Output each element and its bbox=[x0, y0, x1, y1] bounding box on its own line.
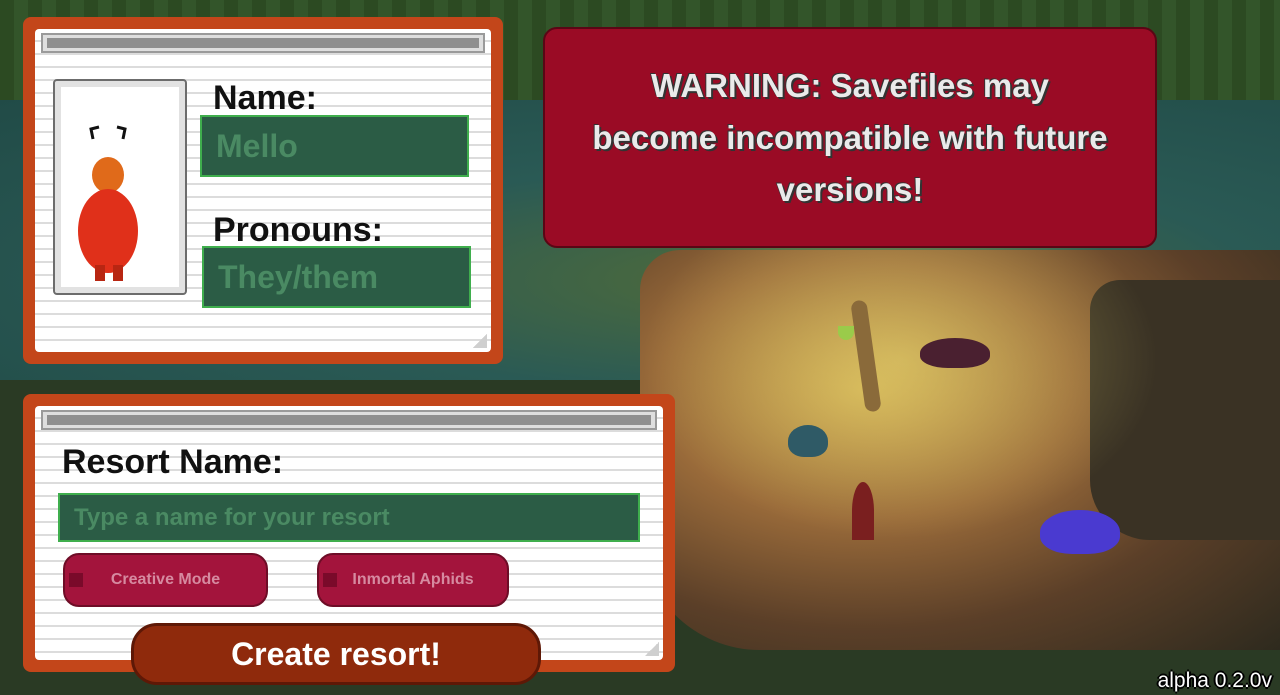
name-label: Name: bbox=[213, 79, 317, 117]
page-curl bbox=[473, 334, 487, 348]
aphid-sprite bbox=[920, 338, 990, 368]
notebook-paper: Resort Name: Type a name for your resort… bbox=[35, 406, 663, 660]
ant-character-icon bbox=[78, 125, 138, 281]
notebook-binding bbox=[41, 33, 485, 53]
creative-mode-toggle[interactable]: Creative Mode bbox=[63, 553, 268, 607]
pronouns-field[interactable]: They/them bbox=[202, 246, 471, 308]
creative-mode-label: Creative Mode bbox=[110, 571, 221, 588]
aphid-sprite bbox=[1040, 510, 1120, 554]
notebook-paper: Name: Mello Pronouns: They/them bbox=[35, 29, 491, 352]
immortal-aphids-toggle[interactable]: Inmortal Aphids bbox=[317, 553, 509, 607]
character-portrait bbox=[53, 79, 187, 295]
page-curl bbox=[645, 642, 659, 656]
pronouns-label: Pronouns: bbox=[213, 211, 383, 249]
savefile-warning: WARNING: Savefiles may become incompatib… bbox=[543, 27, 1157, 248]
aphid-sprite bbox=[788, 425, 828, 457]
create-resort-button[interactable]: Create resort! bbox=[131, 623, 541, 685]
immortal-aphids-label: Inmortal Aphids bbox=[352, 571, 474, 588]
character-panel: Name: Mello Pronouns: They/them bbox=[23, 17, 503, 364]
resort-name-input[interactable]: Type a name for your resort bbox=[58, 493, 640, 542]
checkbox-icon bbox=[69, 573, 83, 587]
resort-name-label: Resort Name: bbox=[62, 443, 284, 481]
name-field[interactable]: Mello bbox=[200, 115, 469, 177]
notebook-binding bbox=[41, 410, 657, 430]
checkbox-icon bbox=[323, 573, 337, 587]
plant-sprout bbox=[852, 482, 874, 540]
version-label: alpha 0.2.0v bbox=[1157, 669, 1272, 692]
